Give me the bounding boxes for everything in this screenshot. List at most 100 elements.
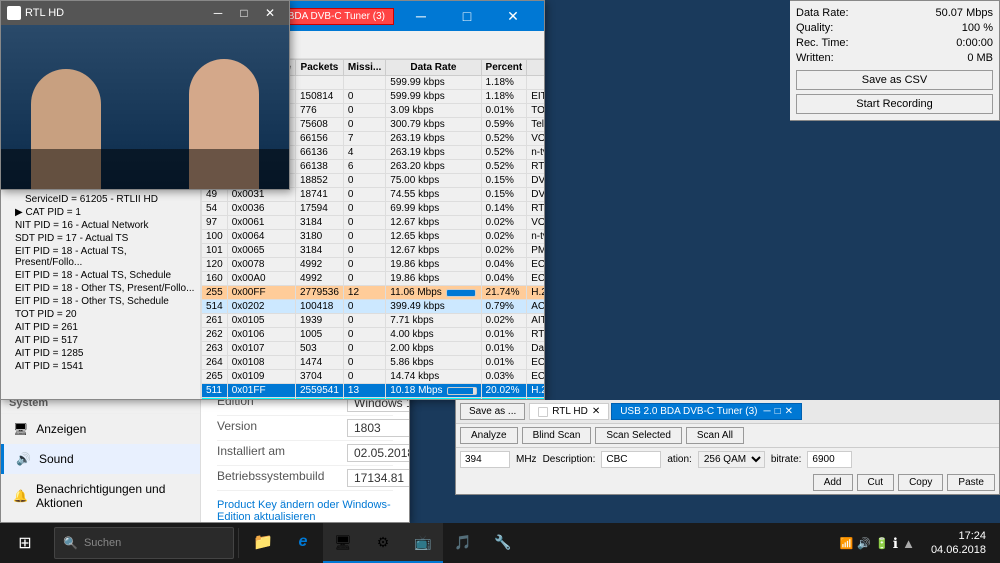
ts-tree-eit3[interactable]: EIT PID = 18 - Other TS, Present/Follo..… bbox=[1, 282, 200, 295]
rtl-maximize[interactable]: □ bbox=[231, 0, 257, 28]
ts-tree-eit1[interactable]: EIT PID = 18 - Actual TS, Present/Follo.… bbox=[1, 245, 200, 269]
dvb-minimize[interactable]: ─ bbox=[763, 406, 770, 417]
bitrate-label: bitrate: bbox=[771, 454, 802, 465]
table-cell: 0.15% bbox=[481, 188, 527, 202]
save-csv-button[interactable]: Save as CSV bbox=[796, 70, 993, 90]
taskbar-edge[interactable]: e bbox=[283, 523, 323, 563]
copy-button[interactable]: Copy bbox=[898, 474, 943, 491]
table-cell: 4.00 kbps bbox=[386, 328, 481, 342]
table-row[interactable]: 2610x0105193907.71 kbps0.02%AIT bbox=[202, 314, 545, 328]
ts-tree-ait3[interactable]: AIT PID = 1285 bbox=[1, 347, 200, 360]
stats-value-rectime: 0:00:00 bbox=[956, 37, 993, 49]
rtl-minimize[interactable]: ─ bbox=[205, 0, 231, 28]
bitrate-input[interactable] bbox=[807, 451, 852, 468]
ts-tree-service61205[interactable]: ServiceID = 61205 - RTLII HD bbox=[1, 193, 200, 206]
analyze-button[interactable]: Analyze bbox=[460, 427, 518, 444]
ts-tree-tot[interactable]: TOT PID = 20 bbox=[1, 308, 200, 321]
ts-maximize[interactable]: □ bbox=[444, 1, 490, 31]
add-button[interactable]: Add bbox=[813, 474, 853, 491]
blind-scan-button[interactable]: Blind Scan bbox=[522, 427, 592, 444]
rtl-tab-close[interactable]: ✕ bbox=[592, 406, 600, 417]
dvb-tab[interactable]: USB 2.0 BDA DVB-C Tuner (3) ─ □ ✕ bbox=[611, 403, 802, 420]
table-row[interactable]: 970x00613184012.67 kbps0.02%VOX HD bbox=[202, 216, 545, 230]
taskbar-search[interactable]: 🔍 Suchen bbox=[54, 527, 234, 559]
rtl-tab[interactable]: RTL HD ✕ bbox=[529, 403, 609, 420]
tray-battery[interactable]: 🔋 bbox=[875, 537, 889, 550]
table-row[interactable]: 2630x010750302.00 kbps0.01%Data bbox=[202, 342, 545, 356]
table-cell: 18852 bbox=[295, 174, 343, 188]
table-row[interactable]: 5140x02021004180399.49 kbps0.79%AC3 Audi… bbox=[202, 300, 545, 314]
ts-bottom-bar: Save as ... RTL HD ✕ USB 2.0 BDA DVB-C T… bbox=[455, 400, 1000, 495]
ts-tree-ait1[interactable]: AIT PID = 261 bbox=[1, 321, 200, 334]
tray-volume[interactable]: 🔊 bbox=[857, 537, 871, 550]
ts-tree-eit2[interactable]: EIT PID = 18 - Actual TS, Schedule bbox=[1, 269, 200, 282]
ts-tree-nit2[interactable]: NIT PID = 16 - Actual Network bbox=[1, 219, 200, 232]
stats-row-quality: Quality: 100 % bbox=[796, 22, 993, 34]
table-row[interactable]: 540x003617594069.99 kbps0.14%RTLII HD bbox=[202, 202, 545, 216]
settings-nav-anzeigen[interactable]: 🖥 Anzeigen bbox=[1, 414, 200, 444]
ts-tree-ait2[interactable]: AIT PID = 517 bbox=[1, 334, 200, 347]
tray-info[interactable]: ℹ bbox=[893, 535, 898, 552]
table-row[interactable]: 2550x00FF27795361211.06 Mbps21.74%H.264 … bbox=[202, 286, 545, 300]
tray-network[interactable]: 📶 bbox=[840, 537, 854, 550]
freq-input[interactable] bbox=[460, 451, 510, 468]
show-desktop-btn[interactable] bbox=[994, 523, 1000, 563]
rtl-close[interactable]: ✕ bbox=[257, 0, 283, 28]
table-row[interactable]: 1010x00653184012.67 kbps0.02%PMT bbox=[202, 244, 545, 258]
start-button[interactable]: ⊞ bbox=[0, 523, 50, 563]
chevron-up-icon[interactable]: ▲ bbox=[902, 536, 915, 551]
rtl-preview-icon bbox=[7, 6, 21, 20]
table-row[interactable]: 5150x020310041710399.49 kbps0.79%AC3 Aud… bbox=[202, 398, 545, 400]
ts-close[interactable]: ✕ bbox=[490, 1, 536, 31]
save-as-button[interactable]: Save as ... bbox=[460, 403, 525, 420]
link-product-key[interactable]: Product Key ändern oder Windows-Edition … bbox=[217, 499, 391, 522]
settings-nav-benachrichtigungen[interactable]: 🔔 Benachrichtigungen und Aktionen bbox=[1, 474, 200, 518]
sound-label: Sound bbox=[39, 452, 74, 466]
table-row[interactable]: 2640x0108147405.86 kbps0.01%ECM/EMM bbox=[202, 356, 545, 370]
table-row[interactable]: 1600x00A04992019.86 kbps0.04%ECM/EMM bbox=[202, 272, 545, 286]
table-cell: 0x0106 bbox=[227, 328, 295, 342]
taskbar-tray: 📶 🔊 🔋 ℹ ▲ bbox=[832, 535, 923, 552]
table-cell: 399.49 kbps bbox=[386, 398, 481, 400]
taskbar-settings[interactable]: ⚙ bbox=[363, 523, 403, 563]
desc-input[interactable] bbox=[601, 451, 661, 468]
taskbar-app7[interactable]: 🔧 bbox=[483, 523, 523, 563]
ts-minimize[interactable]: ─ bbox=[398, 1, 444, 31]
build-label: Betriebssystembuild bbox=[217, 469, 347, 487]
scan-all-button[interactable]: Scan All bbox=[686, 427, 744, 444]
ts-tree-eit4[interactable]: EIT PID = 18 - Other TS, Schedule bbox=[1, 295, 200, 308]
taskbar-geraete[interactable]: 🖥 bbox=[323, 523, 363, 563]
cut-button[interactable]: Cut bbox=[857, 474, 895, 491]
table-row[interactable]: 2620x0106100504.00 kbps0.01%RTL HD bbox=[202, 328, 545, 342]
ts-tree-sdt[interactable]: SDT PID = 17 - Actual TS bbox=[1, 232, 200, 245]
info-row-version: Version 1803 bbox=[217, 416, 393, 441]
paste-button[interactable]: Paste bbox=[947, 474, 995, 491]
ts-tree-ait4[interactable]: AIT PID = 1541 bbox=[1, 360, 200, 373]
start-recording-button[interactable]: Start Recording bbox=[796, 94, 993, 114]
table-cell: 0 bbox=[343, 356, 385, 370]
table-row[interactable]: 1200x00784992019.86 kbps0.04%ECM/EMM bbox=[202, 258, 545, 272]
table-cell: 263 bbox=[202, 342, 228, 356]
table-row[interactable]: 5110x01FF25595411310.18 Mbps20.02%H.264 … bbox=[202, 384, 545, 398]
dvb-maximize[interactable]: □ bbox=[775, 406, 781, 417]
table-cell: 0.04% bbox=[481, 258, 527, 272]
explorer-icon: 📁 bbox=[253, 532, 273, 552]
taskbar-ts[interactable]: 📺 bbox=[403, 523, 443, 563]
settings-nav-assistant[interactable]: 🌙 Benachrichtigungsassistent bbox=[1, 518, 200, 522]
table-row[interactable]: 2650x01093704014.74 kbps0.03%ECM/EMM bbox=[202, 370, 545, 384]
ts-tree-cat[interactable]: ▶ CAT PID = 1 bbox=[1, 206, 200, 219]
video-frame bbox=[1, 25, 289, 189]
table-cell: 0 bbox=[343, 174, 385, 188]
mod-select[interactable]: 256 QAM 64 QAM 16 QAM bbox=[698, 451, 765, 468]
taskbar-divider bbox=[238, 528, 239, 558]
scan-selected-button[interactable]: Scan Selected bbox=[595, 427, 682, 444]
table-cell: 514 bbox=[202, 300, 228, 314]
table-row[interactable]: 1000x00643180012.65 kbps0.02%n-tv HD bbox=[202, 230, 545, 244]
table-cell: 3704 bbox=[295, 370, 343, 384]
table-cell: 599.99 kbps bbox=[386, 90, 481, 104]
taskbar-app6[interactable]: 🎵 bbox=[443, 523, 483, 563]
settings-nav-sound[interactable]: 🔊 Sound bbox=[1, 444, 200, 474]
taskbar-explorer[interactable]: 📁 bbox=[243, 523, 283, 563]
taskbar-clock[interactable]: 17:24 04.06.2018 bbox=[923, 529, 994, 557]
dvb-close[interactable]: ✕ bbox=[785, 406, 793, 417]
